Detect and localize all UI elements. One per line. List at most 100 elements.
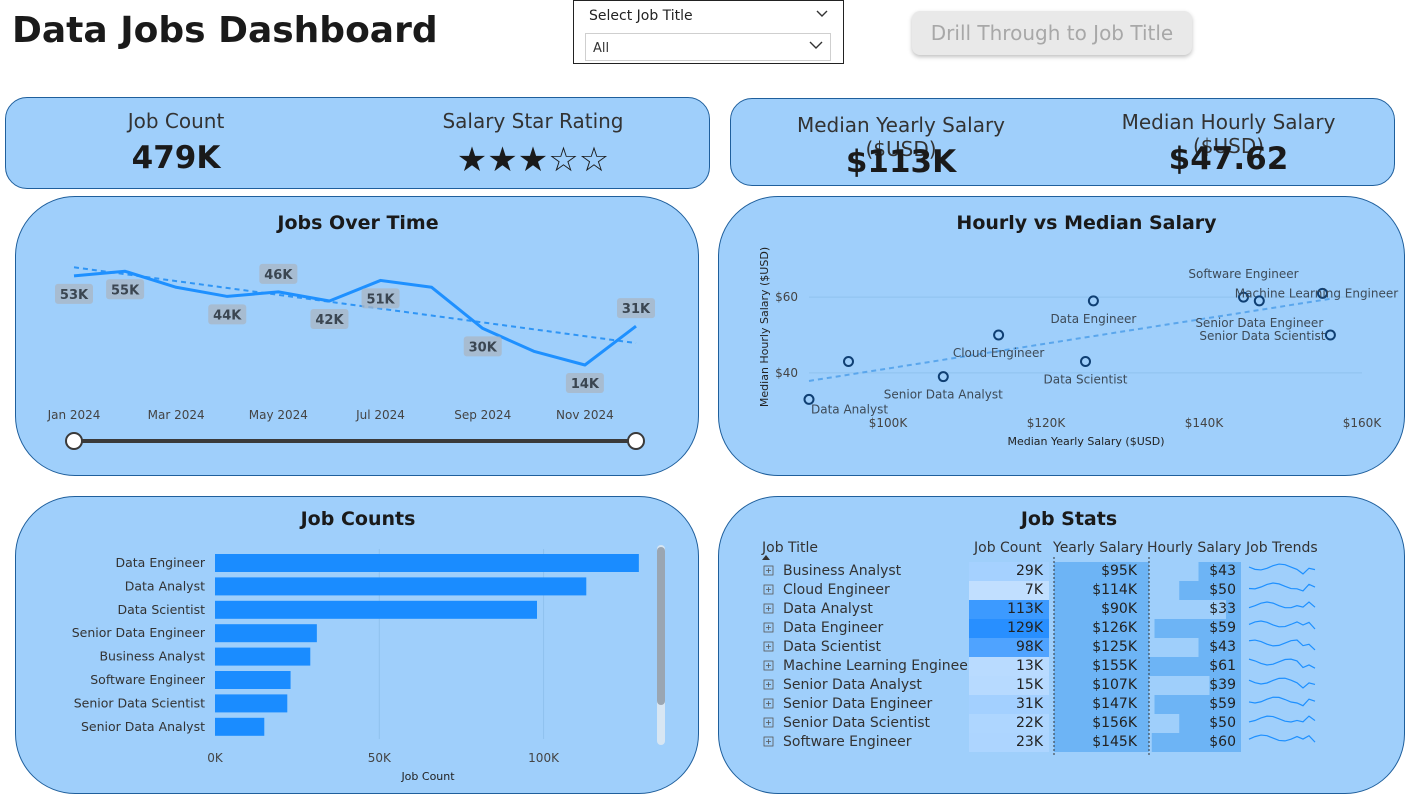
star-rating-icon: ★★★☆☆ <box>456 140 610 180</box>
slider-handle-start[interactable] <box>65 432 83 450</box>
row-title: Data Scientist <box>783 639 882 655</box>
count-cell: 13K <box>1016 658 1044 674</box>
job-stats-table[interactable]: Job Title Job Count Yearly Salary Hourly Sa… <box>719 497 1406 795</box>
slider-handle-end[interactable] <box>627 432 645 450</box>
yearly-cell: $90K <box>1101 601 1138 617</box>
point-label: Data Engineer <box>1050 312 1136 326</box>
hourly-cell: $39 <box>1209 677 1236 693</box>
plus-glyph <box>766 663 771 668</box>
x-tick-label: May 2024 <box>249 408 308 422</box>
bar[interactable] <box>215 717 265 736</box>
salary-scatter-chart[interactable]: $40 $60 $100K $120K $140K $160K Median Yearly … <box>719 197 1406 477</box>
scatter-point[interactable] <box>1087 295 1099 307</box>
star-rating-label: Salary Star Rating <box>442 109 624 133</box>
category-label: Data Analyst <box>125 578 205 593</box>
yearly-cell: $155K <box>1092 658 1138 674</box>
bar[interactable] <box>215 600 537 619</box>
point-label: Senior Data Scientist <box>1199 329 1325 343</box>
hourly-cell: $59 <box>1209 696 1236 712</box>
y-axis-label: Median Hourly Salary ($USD) <box>758 247 771 407</box>
hourly-cell: $60 <box>1209 734 1236 750</box>
row-title: Data Analyst <box>783 601 873 617</box>
point-label: Data Scientist <box>1044 373 1128 387</box>
kpi-card-right: Median Yearly Salary ($USD) $113K Median… <box>730 98 1395 186</box>
series-line <box>73 269 637 367</box>
yearly-cell: $126K <box>1092 620 1138 636</box>
category-label: Software Engineer <box>90 672 206 687</box>
bar[interactable] <box>215 647 311 666</box>
scrollbar-thumb[interactable] <box>657 547 665 705</box>
count-cell: 29K <box>1016 563 1044 579</box>
data-label: 42K <box>315 313 344 328</box>
median-hourly-value: $47.62 <box>1168 141 1289 177</box>
point-label: Software Engineer <box>1188 267 1298 281</box>
scatter-point[interactable] <box>993 329 1005 341</box>
job-counts-chart[interactable]: Data Engineer Data Analyst Data Scientist S… <box>16 497 700 795</box>
count-cell: 98K <box>1016 639 1044 655</box>
plus-glyph <box>766 720 771 725</box>
x-tick-label: $140K <box>1185 416 1225 430</box>
bar[interactable] <box>215 671 291 689</box>
count-cell: 23K <box>1016 734 1044 750</box>
column-header: Hourly Salary <box>1147 540 1241 556</box>
x-axis-label: Median Yearly Salary ($USD) <box>1008 435 1165 448</box>
page-title: Data Jobs Dashboard <box>12 10 438 51</box>
chevron-down-icon[interactable] <box>808 37 824 57</box>
point-label: Senior Data Engineer <box>1195 316 1323 330</box>
scatter-point[interactable] <box>937 371 949 383</box>
trend-sparkline <box>1248 696 1316 707</box>
x-tick-label: $120K <box>1027 416 1067 430</box>
bar[interactable] <box>215 624 317 643</box>
yearly-cell: $147K <box>1092 696 1138 712</box>
row-title: Senior Data Scientist <box>783 715 931 731</box>
yearly-cell: $145K <box>1092 734 1138 750</box>
row-title: Senior Data Engineer <box>783 696 933 712</box>
bar[interactable] <box>215 694 288 713</box>
row-title: Senior Data Analyst <box>783 677 922 693</box>
count-cell: 31K <box>1016 696 1044 712</box>
scatter-point[interactable] <box>843 356 854 368</box>
plus-glyph <box>766 644 771 649</box>
trend-line <box>73 266 637 345</box>
row-title: Machine Learning Engineer <box>783 658 974 674</box>
bar[interactable] <box>215 554 639 572</box>
point-label: Machine Learning Engineer <box>1235 286 1398 300</box>
chevron-down-icon[interactable] <box>815 7 829 25</box>
plus-glyph <box>766 701 771 706</box>
scatter-point[interactable] <box>1324 329 1336 341</box>
yearly-cell: $114K <box>1092 582 1138 598</box>
hourly-cell: $59 <box>1209 620 1236 636</box>
count-cell: 7K <box>1025 582 1044 598</box>
count-cell: 129K <box>1007 620 1044 636</box>
trend-sparkline <box>1248 563 1316 575</box>
trend-sparkline <box>1248 677 1316 689</box>
column-header: Yearly Salary <box>1052 540 1143 556</box>
trend-sparkline <box>1248 715 1316 723</box>
row-title: Cloud Engineer <box>783 582 890 598</box>
x-tick-label: $100K <box>869 416 909 430</box>
bar[interactable] <box>215 577 587 596</box>
plus-glyph <box>766 587 771 592</box>
median-yearly-value: $113K <box>845 144 957 180</box>
drill-through-button[interactable]: Drill Through to Job Title <box>912 11 1192 55</box>
x-tick-label: 50K <box>368 751 392 765</box>
data-label: 31K <box>622 302 651 317</box>
data-label: 14K <box>571 377 600 392</box>
point-label: Senior Data Analyst <box>884 388 1003 402</box>
x-tick-label: Mar 2024 <box>148 408 205 422</box>
job-count-value: 479K <box>131 140 221 176</box>
category-label: Senior Data Engineer <box>72 625 206 640</box>
slicer-selected-value: All <box>593 41 610 56</box>
plus-glyph <box>766 625 771 630</box>
trend-sparkline <box>1248 601 1316 609</box>
trend-sparkline <box>1248 639 1316 651</box>
slicer-dropdown[interactable]: All <box>585 33 831 61</box>
hourly-cell: $33 <box>1209 601 1236 617</box>
yearly-cell: $95K <box>1101 563 1138 579</box>
jobs-over-time-chart[interactable]: 53K 55K 44K 46K 42K 51K 30K 14K 31K Jan 2024 Mar 2… <box>16 197 700 477</box>
column-header: Job Trends <box>1245 540 1318 556</box>
job-title-slicer[interactable]: Select Job Title All <box>573 0 844 64</box>
x-tick-label: 100K <box>528 751 560 765</box>
x-tick-label: $160K <box>1343 416 1383 430</box>
scatter-point[interactable] <box>1080 356 1091 368</box>
